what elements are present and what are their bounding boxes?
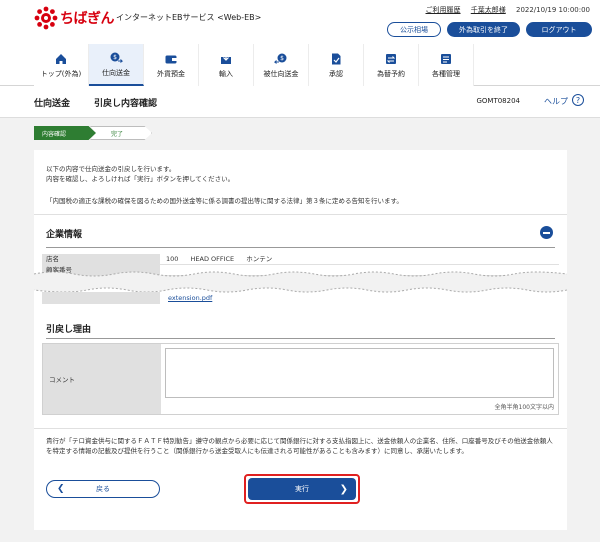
import-icon — [221, 52, 231, 64]
page-title: 仕向送金 — [34, 99, 71, 109]
execute-button[interactable]: 実行 ❯ — [248, 478, 356, 500]
nav-item-approval[interactable]: 承認 — [309, 44, 364, 86]
store-name-kana: ホンテン — [246, 255, 273, 263]
step-confirm: 内容確認 — [34, 126, 96, 140]
nav-item-top[interactable]: トップ(外為) — [34, 44, 89, 86]
approve-icon — [332, 53, 341, 64]
header-buttons: 公示相場 外為取引を終了 ログアウト — [387, 22, 592, 37]
back-button[interactable]: ❮ 戻る — [46, 480, 160, 498]
help-icon[interactable]: ? — [572, 94, 584, 106]
header-links: ご利用履歴 千葉太郎様 2022/10/19 10:00:00 — [418, 5, 590, 15]
fx-contract-icon — [386, 53, 396, 64]
nav-item-label: 被仕向送金 — [263, 69, 299, 78]
section-rule — [46, 338, 555, 339]
money-receive-icon: $ — [274, 53, 287, 64]
divider — [34, 214, 567, 215]
nav-item-import[interactable]: 輸入 — [199, 44, 254, 86]
bank-logo-text: ちばぎん — [60, 11, 115, 27]
intro-line-2: 内容を確認し、よろしければ「実行」ボタンを押してください。 — [46, 175, 235, 183]
store-name-value: 100 HEAD OFFICE ホンテン — [160, 254, 282, 264]
nav-item-label: トップ(外為) — [40, 69, 82, 78]
reason-table: コメント 全角半角100文字以内 — [42, 343, 559, 415]
page-header: 仕向送金 引戻し内容確認 GOMT08204 ヘルプ ? — [0, 86, 600, 118]
chevron-left-icon: ❮ — [57, 484, 65, 494]
progress-steps: 内容確認 完了 — [34, 126, 152, 140]
omitted-section-break — [34, 271, 567, 293]
comment-label: コメント — [43, 344, 161, 414]
svg-text:$: $ — [113, 54, 117, 61]
page-subtitle: 引戻し内容確認 — [94, 99, 158, 109]
step-complete: 完了 — [90, 126, 152, 140]
usage-history-link[interactable]: ご利用履歴 — [426, 6, 461, 14]
chevron-right-icon: ❯ — [339, 483, 348, 495]
collapse-icon[interactable] — [540, 226, 553, 239]
nav-item-management[interactable]: 各種管理 — [419, 44, 474, 86]
fx-end-button[interactable]: 外為取引を終了 — [447, 22, 520, 37]
nav-item-label: 承認 — [329, 69, 343, 78]
nav-item-label: 仕向送金 — [102, 68, 130, 77]
user-name-link[interactable]: 千葉太郎様 — [471, 6, 506, 14]
nav-item-label: 為替予約 — [377, 69, 405, 78]
intro-text: 以下の内容で仕向送金の引戻しを行います。 内容を確認し、よろしければ「実行」ボタ… — [46, 164, 234, 184]
nav-item-label: 各種管理 — [432, 69, 460, 78]
comment-textarea[interactable] — [165, 348, 554, 398]
money-send-icon: $ — [110, 52, 123, 63]
reason-heading: 引戻し理由 — [46, 325, 92, 335]
home-icon — [56, 53, 66, 64]
attachment-label — [42, 292, 160, 304]
logout-button[interactable]: ログアウト — [526, 22, 592, 37]
content-card: 以下の内容で仕向送金の引戻しを行います。 内容を確認し、よろしければ「実行」ボタ… — [34, 150, 567, 530]
store-name-en: HEAD OFFICE — [190, 255, 235, 263]
law-notice: 「内国税の適正な課税の確保を図るための国外送金等に係る調書の提出等に関する法律」… — [46, 197, 403, 205]
company-info-heading: 企業情報 — [46, 230, 83, 240]
global-nav: トップ(外為) $ 仕向送金 外貨預金 輸入 $ 被仕向送金 承認 為替予約 各… — [34, 44, 474, 86]
fatf-consent-text: 貴行が「テロ資金供与に関するＦＡＴＦ特別勧告」遵守の観点から必要に応じて関係銀行… — [46, 437, 553, 455]
nav-item-label: 外貨預金 — [157, 69, 185, 78]
nav-item-fx-contract[interactable]: 為替予約 — [364, 44, 419, 86]
section-rule — [46, 247, 555, 248]
attachment-row: extension.pdf — [42, 292, 559, 304]
divider — [34, 428, 567, 429]
wallet-icon — [165, 55, 177, 63]
table-row: 店名 100 HEAD OFFICE ホンテン — [42, 254, 559, 265]
nav-item-fx-deposit[interactable]: 外貨預金 — [144, 44, 199, 86]
service-name: インターネットEBサービス <Web-EB> — [116, 13, 262, 22]
datetime: 2022/10/19 10:00:00 — [515, 6, 590, 14]
nav-item-inward-remittance[interactable]: $ 被仕向送金 — [254, 44, 309, 86]
public-rates-button[interactable]: 公示相場 — [387, 22, 441, 37]
header-bar: ちばぎん インターネットEBサービス <Web-EB> ご利用履歴 千葉太郎様 … — [0, 0, 600, 44]
store-code: 100 — [166, 255, 179, 263]
chibagin-logo-icon — [34, 6, 58, 30]
comment-cell: 全角半角100文字以内 — [161, 344, 558, 414]
svg-text:$: $ — [280, 55, 284, 62]
intro-line-1: 以下の内容で仕向送金の引戻しを行います。 — [46, 165, 176, 173]
store-name-label: 店名 — [42, 254, 160, 264]
nav-item-label: 輸入 — [219, 69, 233, 78]
nav-item-outward-remittance[interactable]: $ 仕向送金 — [89, 44, 144, 86]
management-icon — [441, 53, 451, 64]
comment-hint: 全角半角100文字以内 — [494, 404, 554, 411]
attachment-link[interactable]: extension.pdf — [160, 292, 212, 304]
help-link[interactable]: ヘルプ — [544, 96, 568, 107]
screen-code: GOMT08204 — [476, 97, 520, 105]
